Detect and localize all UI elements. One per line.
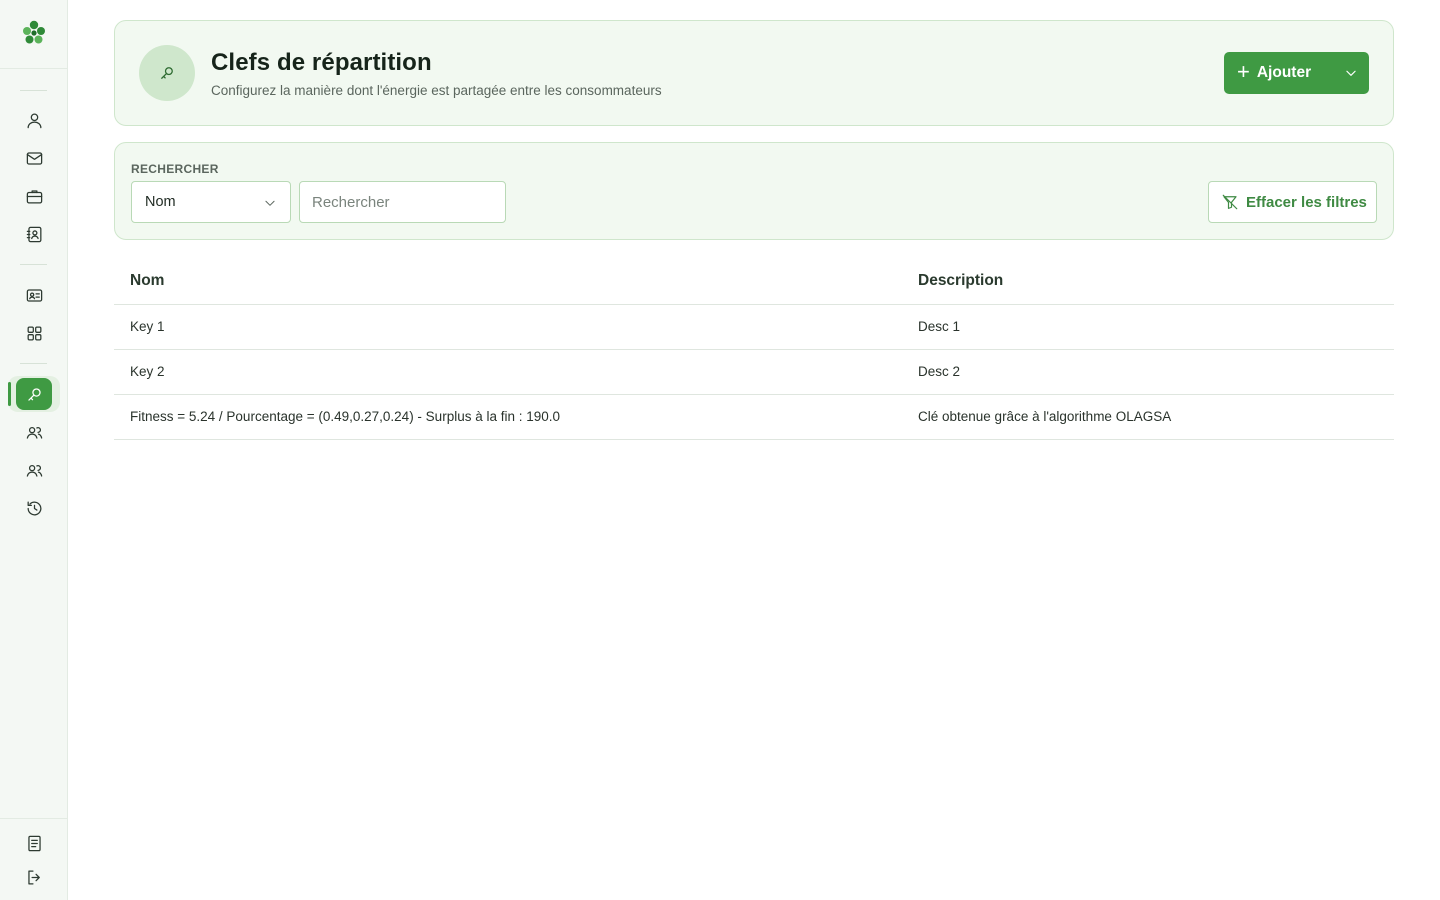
users-icon [26, 426, 42, 439]
page-subtitle: Configurez la manière dont l'énergie est… [211, 83, 662, 98]
page-header: Clefs de répartition Configurez la maniè… [114, 20, 1394, 126]
app-logo[interactable] [20, 19, 48, 47]
table-row[interactable]: Fitness = 5.24 / Pourcentage = (0.49,0.2… [114, 395, 1394, 440]
cell-name: Fitness = 5.24 / Pourcentage = (0.49,0.2… [130, 409, 561, 424]
sidebar-item-consumers[interactable] [16, 416, 52, 448]
search-field-select[interactable]: Nom [131, 181, 291, 223]
contact-book-icon [26, 226, 41, 242]
plus-icon: + [1237, 59, 1250, 84]
cell-description: Desc 2 [918, 364, 961, 379]
sidebar-divider [20, 363, 47, 364]
column-header-description[interactable]: Description [918, 272, 1003, 290]
filter-off-icon [1222, 194, 1238, 210]
cell-name: Key 1 [130, 319, 165, 334]
sidebar-item-contacts[interactable] [16, 218, 52, 250]
add-menu-toggle[interactable] [1332, 52, 1369, 94]
mail-icon [26, 151, 42, 165]
sidebar-item-profile[interactable] [16, 104, 52, 136]
clear-filters-button[interactable]: Effacer les filtres [1208, 181, 1377, 223]
table-header: Nom Description [114, 258, 1394, 305]
briefcase-icon [26, 189, 42, 203]
users-icon [26, 464, 42, 477]
sidebar-divider [20, 90, 47, 91]
search-input[interactable] [299, 181, 506, 223]
column-header-name[interactable]: Nom [130, 272, 164, 290]
sidebar-item-producers[interactable] [16, 454, 52, 486]
cell-description: Desc 1 [918, 319, 961, 334]
clear-filters-label: Effacer les filtres [1246, 193, 1367, 211]
document-icon [27, 835, 41, 851]
cell-description: Clé obtenue grâce à l'algorithme OLAGSA [918, 409, 1172, 424]
sidebar-item-keys[interactable] [16, 378, 52, 410]
sidebar-item-documentation[interactable] [16, 827, 52, 859]
sidebar-item-members[interactable] [16, 279, 52, 311]
key-icon [27, 387, 41, 401]
sidebar-item-logout[interactable] [16, 861, 52, 893]
id-card-icon [26, 288, 42, 302]
search-field-select-value: Nom [145, 194, 176, 210]
sidebar-divider [0, 818, 68, 819]
key-icon [161, 67, 173, 79]
table-row[interactable]: Key 1 Desc 1 [114, 305, 1394, 350]
chevron-down-icon [265, 200, 275, 206]
add-button-group: + Ajouter [1224, 52, 1369, 94]
filter-panel: RECHERCHER Nom Effacer les filtres [114, 142, 1394, 240]
logout-icon [27, 870, 40, 884]
sidebar [0, 0, 68, 900]
add-button[interactable]: + Ajouter [1224, 52, 1332, 94]
sidebar-active-indicator [8, 382, 11, 406]
add-button-label: Ajouter [1256, 64, 1312, 81]
page-title: Clefs de répartition [211, 49, 432, 76]
header-icon-badge [139, 45, 195, 101]
keys-table: Nom Description Key 1 Desc 1 Key 2 Desc … [114, 258, 1394, 440]
history-icon [27, 501, 41, 515]
sidebar-divider [0, 68, 68, 69]
grid-icon [27, 326, 41, 340]
cell-name: Key 2 [130, 364, 165, 379]
sidebar-item-history[interactable] [16, 492, 52, 524]
sidebar-item-messages[interactable] [16, 142, 52, 174]
user-icon [27, 113, 41, 128]
chevron-down-icon [1345, 70, 1356, 76]
filter-section-label: RECHERCHER [131, 162, 219, 176]
sidebar-divider [20, 264, 47, 265]
sidebar-item-dashboard[interactable] [16, 317, 52, 349]
sidebar-item-organisations[interactable] [16, 180, 52, 212]
table-row[interactable]: Key 2 Desc 2 [114, 350, 1394, 395]
